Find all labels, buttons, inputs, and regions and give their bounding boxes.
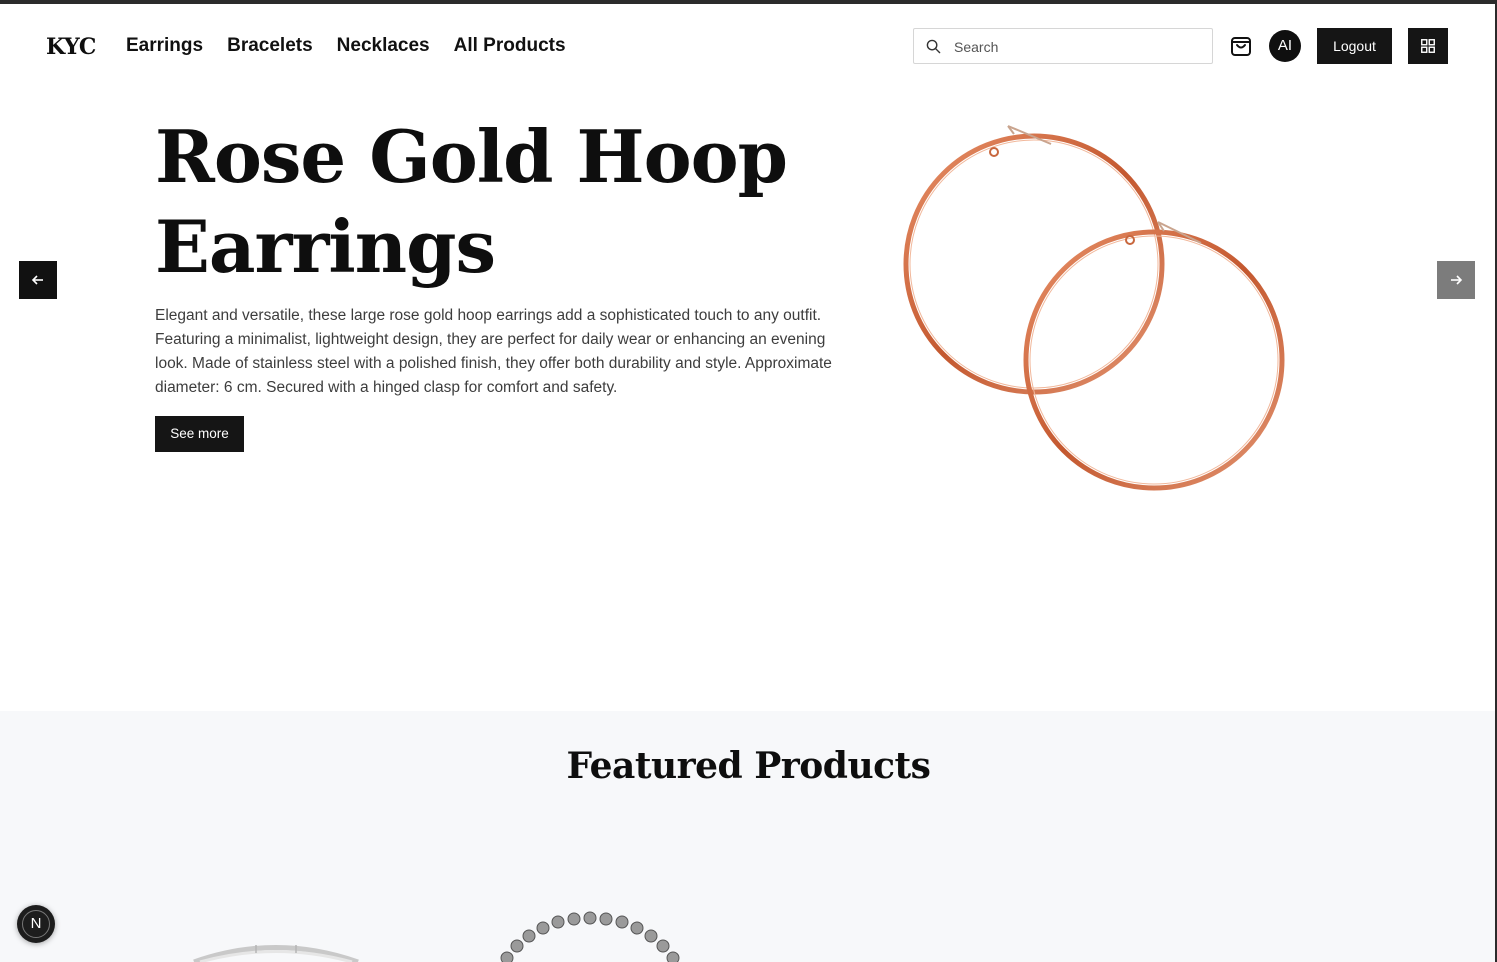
shopping-bag-icon	[1231, 37, 1251, 56]
search-input[interactable]	[954, 36, 1204, 58]
silver-ring-image	[193, 945, 359, 962]
grid-icon	[1421, 39, 1435, 53]
hero-title-line-1: Rose Gold Hoop	[155, 114, 788, 199]
featured-product-image-1[interactable]	[186, 939, 366, 962]
nav-link-bracelets[interactable]: Bracelets	[227, 35, 313, 57]
site-header: KYC Earrings Bracelets Necklaces All Pro…	[0, 4, 1497, 88]
featured-products-title: Featured Products	[566, 745, 931, 787]
apps-menu-button[interactable]	[1408, 28, 1448, 64]
search-icon	[926, 39, 941, 54]
featured-products-section: Featured Products	[0, 711, 1497, 962]
arrow-left-icon	[31, 275, 43, 285]
main-nav: Earrings Bracelets Necklaces All Product…	[126, 35, 566, 57]
nav-link-all-products[interactable]: All Products	[454, 35, 566, 57]
nav-link-earrings[interactable]: Earrings	[126, 35, 203, 57]
hero-description: Elegant and versatile, these large rose …	[155, 307, 832, 396]
nav-link-necklaces[interactable]: Necklaces	[337, 35, 430, 57]
featured-product-image-2[interactable]	[495, 910, 685, 962]
carousel-prev-button[interactable]	[19, 261, 57, 299]
search-box	[913, 28, 1213, 64]
logout-button[interactable]: Logout	[1317, 28, 1392, 64]
hero-product-image[interactable]	[896, 118, 1296, 498]
rose-gold-hoop-earrings-image	[903, 125, 1285, 491]
beaded-bracelet-image	[500, 911, 680, 962]
see-more-button[interactable]: See more	[155, 416, 244, 452]
user-avatar[interactable]: AI	[1269, 30, 1301, 62]
brand-logo[interactable]: KYC	[46, 34, 96, 60]
arrow-right-icon	[1451, 275, 1463, 285]
carousel-next-button[interactable]	[1437, 261, 1475, 299]
dev-tools-badge[interactable]: N	[17, 905, 55, 943]
dev-badge-label: N	[30, 915, 42, 932]
hero-title-line-2: Earrings	[155, 204, 496, 289]
hero-title: Rose Gold Hoop Earrings	[155, 112, 855, 292]
cart-button[interactable]	[1229, 34, 1253, 58]
